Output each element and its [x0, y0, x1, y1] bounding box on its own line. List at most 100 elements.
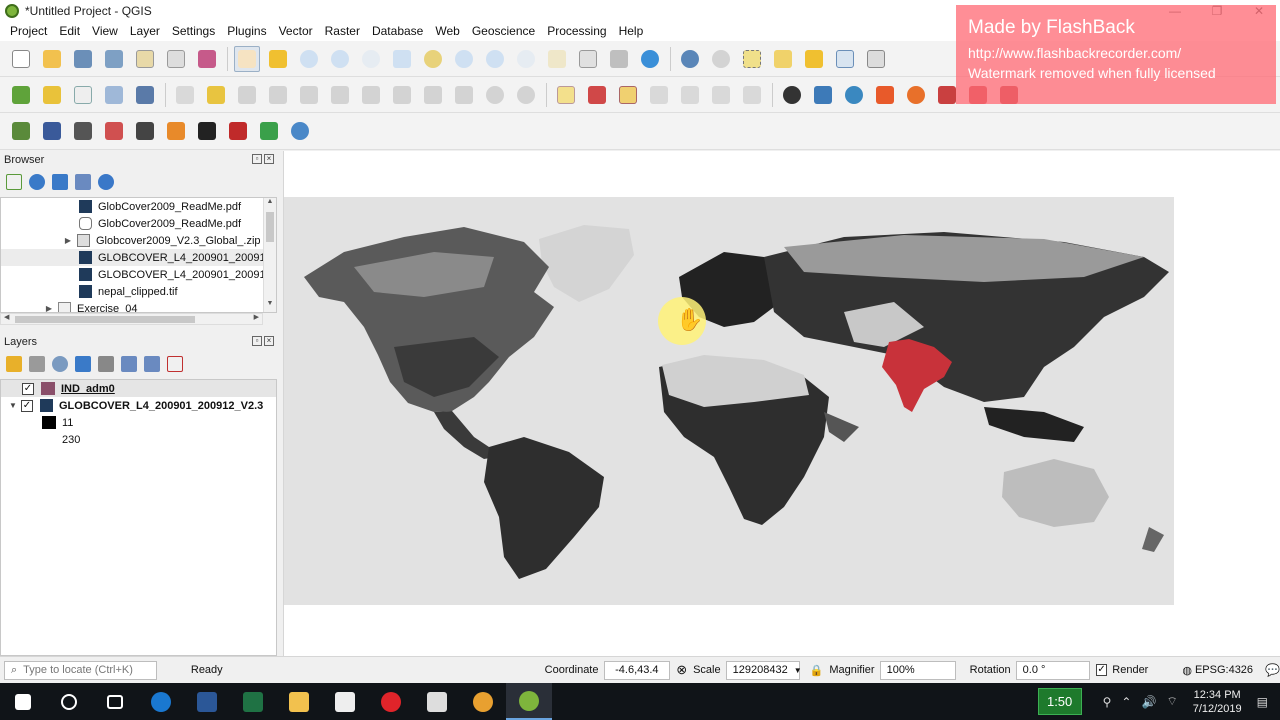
- menu-layer[interactable]: Layer: [124, 24, 166, 38]
- add-vector-button[interactable]: [70, 82, 96, 108]
- scale-dropdown-icon[interactable]: ▼: [794, 666, 802, 675]
- new-map-view-button[interactable]: [575, 46, 601, 72]
- zoom-last-button[interactable]: [513, 46, 539, 72]
- expand-all-icon[interactable]: [121, 356, 137, 372]
- expand-arrow-icon[interactable]: ▶: [63, 236, 73, 245]
- zoom-layer-button[interactable]: [451, 46, 477, 72]
- plugin-lines-button[interactable]: [70, 118, 96, 144]
- zoom-in-button[interactable]: [296, 46, 322, 72]
- locator-search-input[interactable]: ⌕ Type to locate (Ctrl+K): [4, 660, 157, 680]
- browser-item[interactable]: ▶ Globcover2009_V2.3_Global_.zip: [1, 232, 263, 249]
- crs-button[interactable]: EPSG:4326: [1195, 664, 1253, 676]
- layout-manager-button[interactable]: [163, 46, 189, 72]
- menu-edit[interactable]: Edit: [53, 24, 86, 38]
- qgis-app[interactable]: [506, 683, 552, 720]
- zoom-rubber-band-button[interactable]: [358, 46, 384, 72]
- coordinate-field[interactable]: -4.6,43.4: [603, 660, 671, 680]
- add-selected-layers-icon[interactable]: [6, 174, 22, 190]
- clock[interactable]: 12:34 PM 7/12/2019: [1193, 688, 1242, 716]
- show-hidden-icons[interactable]: ⌃: [1121, 695, 1131, 709]
- people-icon[interactable]: ⚲: [1103, 695, 1112, 709]
- plugin-swap-button[interactable]: [163, 118, 189, 144]
- new-layer-button[interactable]: [39, 82, 65, 108]
- plugin-grid-button[interactable]: [39, 118, 65, 144]
- menu-vector[interactable]: Vector: [273, 24, 319, 38]
- scroll-left-icon[interactable]: ◀: [4, 313, 9, 321]
- save-as-button[interactable]: [101, 46, 127, 72]
- zoom-native-button[interactable]: [482, 46, 508, 72]
- layer-diagram-button[interactable]: [584, 82, 610, 108]
- recording-timer[interactable]: 1:50: [1037, 688, 1082, 715]
- current-edits-button[interactable]: [172, 82, 198, 108]
- delete-selected-button[interactable]: [358, 82, 384, 108]
- lock-scale-icon[interactable]: 🔒: [810, 664, 824, 677]
- info-icon[interactable]: [98, 174, 114, 190]
- attribute-table-button[interactable]: [832, 46, 858, 72]
- close-panel-button[interactable]: ×: [264, 154, 274, 164]
- new-project-button[interactable]: [8, 46, 34, 72]
- collapse-arrow-icon[interactable]: ▼: [6, 401, 20, 410]
- filter-legend-icon[interactable]: [75, 356, 91, 372]
- messages-icon[interactable]: 💬: [1265, 663, 1280, 677]
- render-checkbox[interactable]: ✓: [1095, 664, 1108, 676]
- add-group-icon[interactable]: [29, 356, 45, 372]
- show-hide-labels-button[interactable]: [646, 82, 672, 108]
- cut-features-button[interactable]: [389, 82, 415, 108]
- python-console-button[interactable]: [810, 82, 836, 108]
- plugin-hatch-button[interactable]: [101, 118, 127, 144]
- open-project-button[interactable]: [39, 46, 65, 72]
- plugin-checker2-button[interactable]: [225, 118, 251, 144]
- processing-toolbox-button[interactable]: [841, 82, 867, 108]
- map-canvas[interactable]: ✋: [283, 151, 1280, 656]
- plugin-web-button[interactable]: [287, 118, 313, 144]
- mail-app[interactable]: [322, 683, 368, 720]
- georeferencer-button[interactable]: [779, 82, 805, 108]
- data-source-manager-button[interactable]: [8, 82, 34, 108]
- menu-raster[interactable]: Raster: [319, 24, 366, 38]
- copy-features-button[interactable]: [420, 82, 446, 108]
- menu-view[interactable]: View: [86, 24, 124, 38]
- collapse-all-icon[interactable]: [75, 174, 91, 190]
- close-panel-button[interactable]: ×: [264, 336, 274, 346]
- refresh-button[interactable]: [637, 46, 663, 72]
- extents-toggle-icon[interactable]: ⊗: [676, 662, 687, 678]
- digitize-button[interactable]: [101, 82, 127, 108]
- browser-horizontal-scrollbar[interactable]: ◀ ▶: [0, 313, 263, 325]
- browser-item[interactable]: GLOBCOVER_L4_200901_200912_V: [1, 249, 276, 266]
- bookmarks-button[interactable]: [606, 46, 632, 72]
- hscroll-thumb[interactable]: [15, 316, 195, 323]
- save-project-button[interactable]: [70, 46, 96, 72]
- edge-app[interactable]: [138, 683, 184, 720]
- menu-database[interactable]: Database: [366, 24, 429, 38]
- search-button[interactable]: [46, 683, 92, 720]
- plugin-tt-button[interactable]: [132, 118, 158, 144]
- toggle-editing-button[interactable]: [203, 82, 229, 108]
- move-label-button[interactable]: [677, 82, 703, 108]
- statistics-button[interactable]: [863, 46, 889, 72]
- volume-icon[interactable]: 🔊: [1141, 695, 1156, 709]
- pan-to-selection-button[interactable]: [265, 46, 291, 72]
- pan-map-button[interactable]: [234, 45, 260, 72]
- scroll-up-icon[interactable]: ▲: [264, 198, 276, 210]
- file-explorer-app[interactable]: [276, 683, 322, 720]
- browser-item[interactable]: GLOBCOVER_L4_200901_200912_V: [1, 266, 276, 283]
- menu-help[interactable]: Help: [613, 24, 650, 38]
- filter-expression-icon[interactable]: [98, 356, 114, 372]
- task-view-button[interactable]: [92, 683, 138, 720]
- layer-item[interactable]: ▼ ✓ GLOBCOVER_L4_200901_200912_V2.3: [1, 397, 276, 414]
- plugin-bird-button[interactable]: [8, 118, 34, 144]
- zoom-next-button[interactable]: [544, 46, 570, 72]
- float-panel-button[interactable]: ▫: [252, 336, 262, 346]
- label-pin-button[interactable]: [615, 82, 641, 108]
- identify-button[interactable]: [677, 46, 703, 72]
- browser-item[interactable]: GlobCover2009_ReadMe.pdf: [1, 198, 263, 215]
- filter-icon[interactable]: [52, 174, 68, 190]
- plugin-button-2[interactable]: [903, 82, 929, 108]
- run-feature-action-button[interactable]: [708, 46, 734, 72]
- chrome-app[interactable]: [460, 683, 506, 720]
- scale-field[interactable]: 129208432 ▼: [725, 660, 802, 680]
- expand-arrow-icon[interactable]: ▶: [44, 304, 54, 312]
- open-styling-icon[interactable]: [6, 356, 22, 372]
- modify-attributes-button[interactable]: [327, 82, 353, 108]
- map-extent[interactable]: [284, 197, 1174, 605]
